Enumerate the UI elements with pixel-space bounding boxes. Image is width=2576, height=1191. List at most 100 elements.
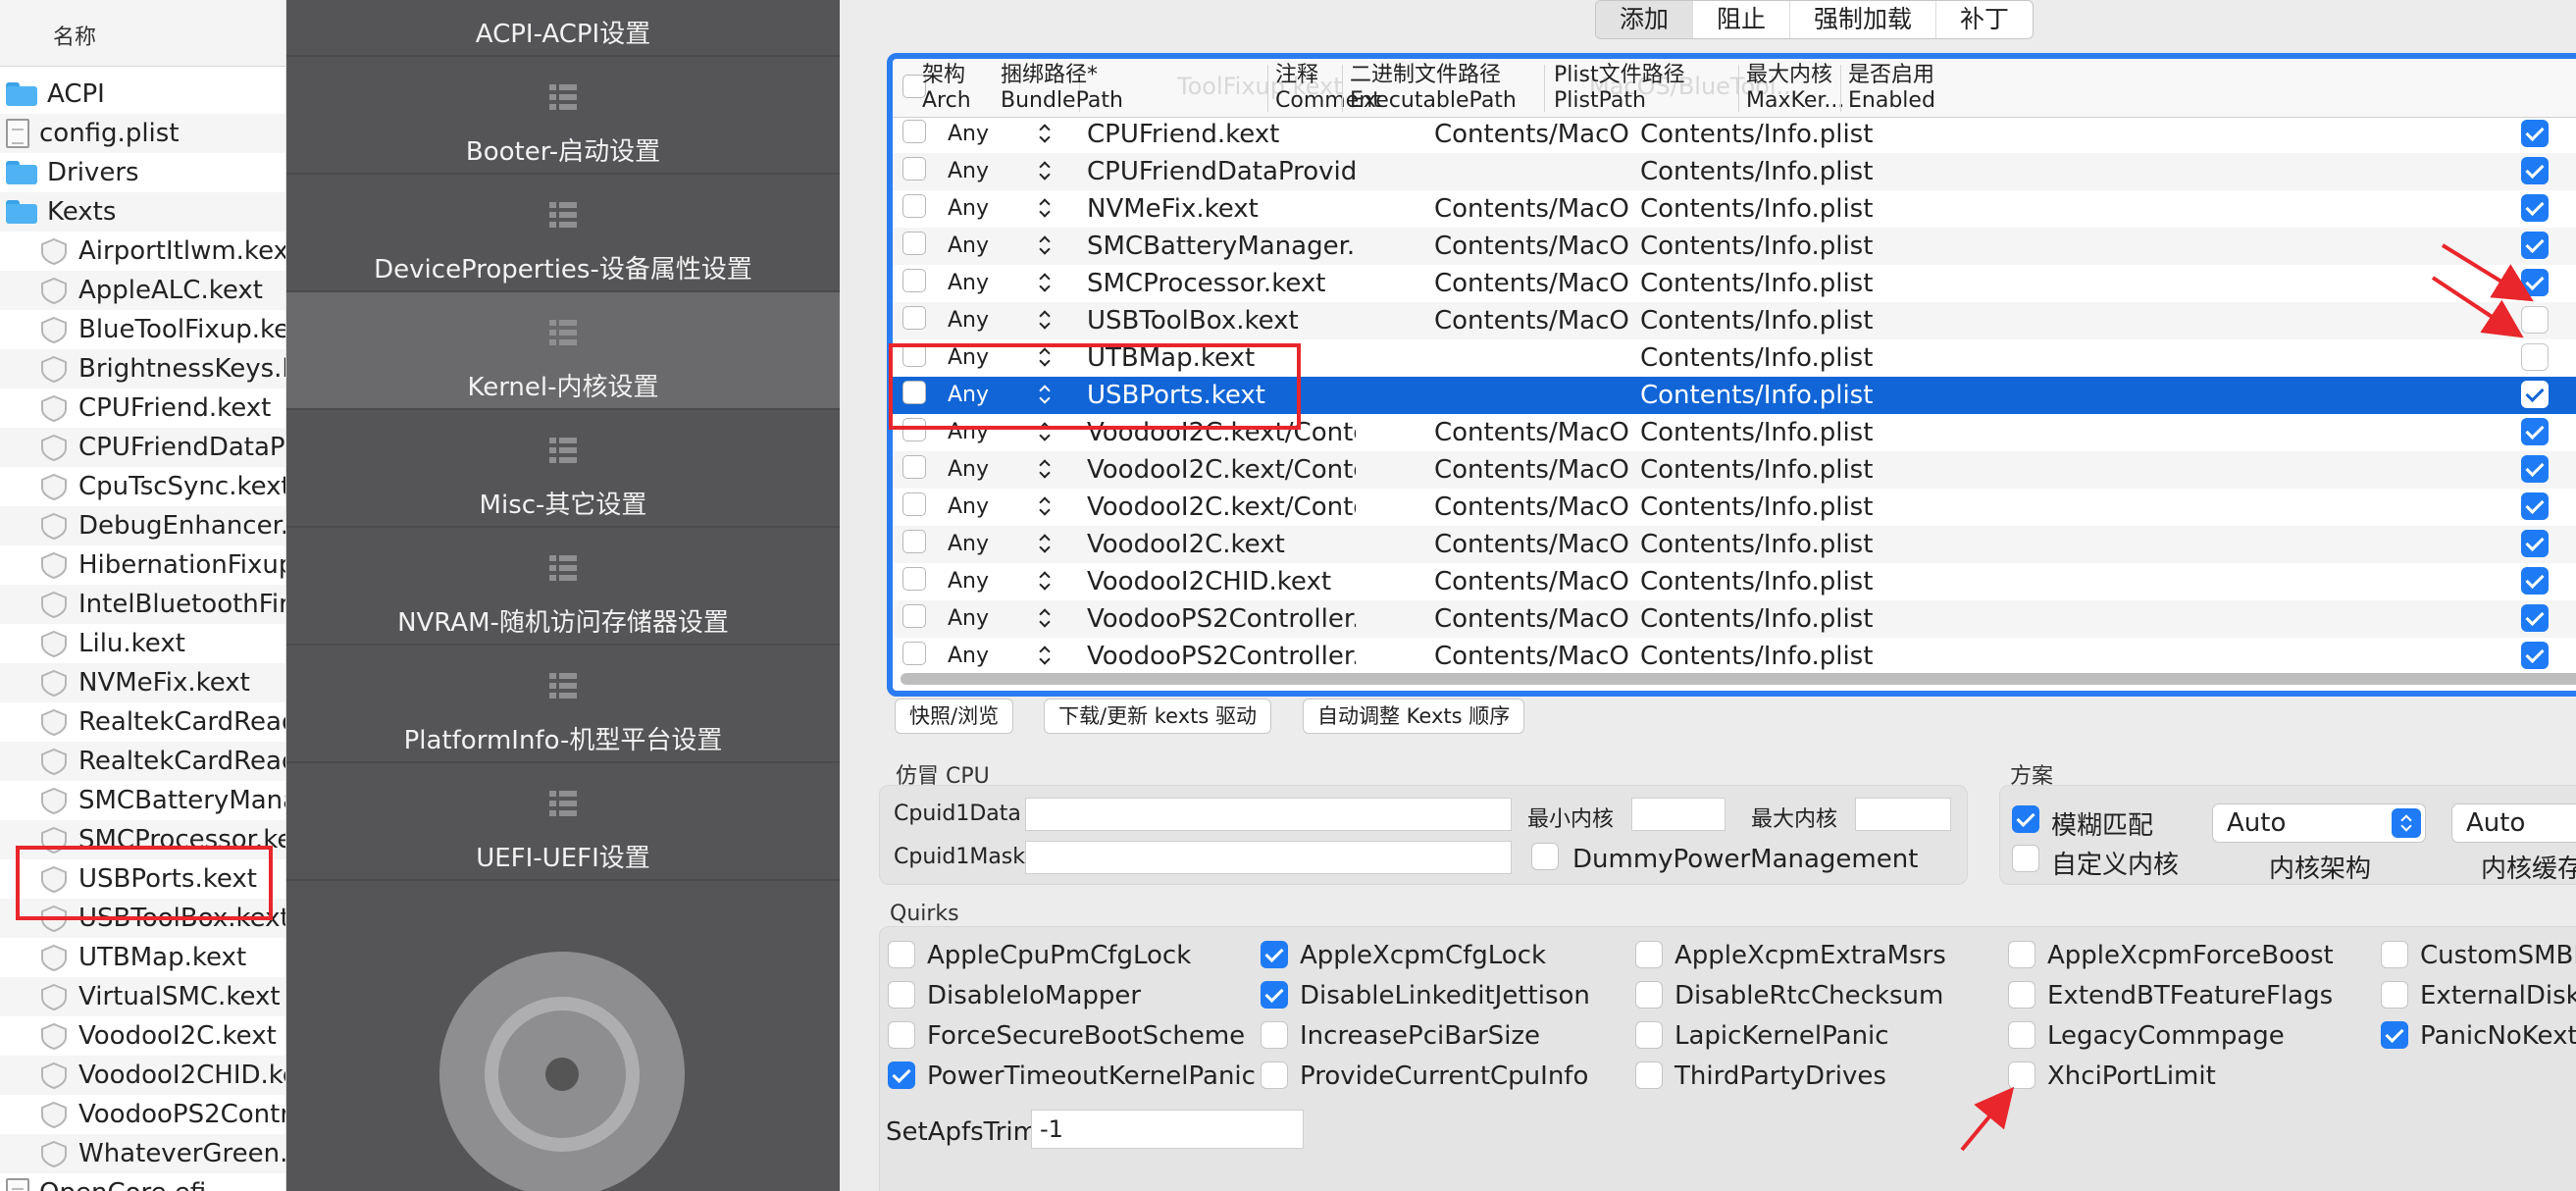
file-tree-item[interactable]: RealtekCardReaderFriend.kext xyxy=(0,742,285,781)
kext-table-row[interactable]: Any SMCBatteryManager.kext Contents/MacOS/… xyxy=(893,228,2576,265)
quirk-checkbox[interactable] xyxy=(2381,1021,2408,1049)
row-select-checkbox[interactable] xyxy=(902,642,926,665)
sidebar-item[interactable]: Misc-其它设置 xyxy=(286,410,840,528)
cpuid1mask-input[interactable] xyxy=(1025,841,1512,874)
kext-table-row[interactable]: Any USBToolBox.kext Contents/MacOS/USBToo.… xyxy=(893,302,2576,339)
col-header-arch[interactable]: 架构 Arch xyxy=(922,63,971,114)
col-header-maxkernel[interactable]: 最大内核 MaxKer... xyxy=(1746,63,1844,114)
quirk-checkbox[interactable] xyxy=(888,941,915,968)
kernel-arch-select[interactable]: Auto xyxy=(2212,803,2426,843)
bundle-path-cell[interactable]: SMCProcessor.kext xyxy=(1087,269,1356,298)
quirk-checkbox[interactable] xyxy=(1261,981,1288,1009)
enabled-checkbox[interactable] xyxy=(2521,455,2549,483)
kext-table-row[interactable]: Any VoodooPS2Controller.kext/Content... Co… xyxy=(893,638,2576,675)
sidebar-item[interactable]: Booter-启动设置 xyxy=(286,57,840,175)
enabled-checkbox[interactable] xyxy=(2521,157,2549,184)
file-tree-item[interactable]: CPUFriendDataProvider.kext xyxy=(0,428,285,467)
enabled-checkbox[interactable] xyxy=(2521,492,2549,520)
row-select-checkbox[interactable] xyxy=(902,120,926,143)
row-select-checkbox[interactable] xyxy=(902,530,926,553)
arch-cell[interactable]: Any xyxy=(948,159,989,183)
kernel-cache-select[interactable]: Auto xyxy=(2451,803,2576,843)
cpuid1data-input[interactable] xyxy=(1025,798,1512,831)
enabled-checkbox[interactable] xyxy=(2521,194,2549,222)
quirk-checkbox[interactable] xyxy=(2008,1021,2035,1049)
file-tree-item[interactable]: WhateverGreen.kext xyxy=(0,1134,285,1173)
arch-cell[interactable]: Any xyxy=(948,457,989,482)
bundle-path-cell[interactable]: CPUFriend.kext xyxy=(1087,120,1356,149)
file-tree-item[interactable]: VirtualSMC.kext xyxy=(0,977,285,1016)
row-select-checkbox[interactable] xyxy=(902,492,926,516)
executable-path-cell[interactable]: Contents/MacOS/VoodooI... xyxy=(1434,492,1630,522)
bundle-path-cell[interactable]: NVMeFix.kext xyxy=(1087,194,1356,224)
sidebar-item[interactable]: DeviceProperties-设备属性设置 xyxy=(286,175,840,292)
executable-path-cell[interactable]: Contents/MacOS/USBToo... xyxy=(1434,306,1630,336)
plist-path-cell[interactable]: Contents/Info.plist xyxy=(1640,418,1873,447)
arch-cell[interactable]: Any xyxy=(948,233,989,258)
quirk-checkbox[interactable] xyxy=(1261,1021,1288,1049)
bundle-path-cell[interactable]: VoodooI2CHID.kext xyxy=(1087,567,1356,596)
quirk-checkbox[interactable] xyxy=(2008,941,2035,968)
arch-stepper-icon[interactable] xyxy=(1038,232,1052,259)
quirk-checkbox[interactable] xyxy=(2381,941,2408,968)
executable-path-cell[interactable]: Contents/MacOS/SMCBat... xyxy=(1434,232,1630,261)
row-select-checkbox[interactable] xyxy=(902,194,926,218)
file-tree-item[interactable]: HibernationFixup.kext xyxy=(0,545,285,585)
plist-path-cell[interactable]: Contents/Info.plist xyxy=(1640,306,1873,336)
executable-path-cell[interactable]: Contents/MacOS/VoodooI... xyxy=(1434,567,1630,596)
executable-path-cell[interactable]: Contents/MacOS/NVMeFix xyxy=(1434,194,1630,224)
row-select-checkbox[interactable] xyxy=(902,567,926,591)
bundle-path-cell[interactable]: VoodooI2C.kext/Contents/PlugIns/V... xyxy=(1087,492,1356,522)
executable-path-cell[interactable]: Contents/MacOS/VoodooI... xyxy=(1434,455,1630,485)
kext-table-row[interactable]: Any VoodooPS2Controller.kext Contents/MacO… xyxy=(893,600,2576,638)
bundle-path-cell[interactable]: VoodooI2C.kext xyxy=(1087,530,1356,559)
quirk-checkbox[interactable] xyxy=(1635,941,1663,968)
file-tree-item[interactable]: BlueToolFixup.kext xyxy=(0,310,285,349)
arch-cell[interactable]: Any xyxy=(948,532,989,556)
arch-stepper-icon[interactable] xyxy=(1038,120,1052,147)
arch-stepper-icon[interactable] xyxy=(1038,194,1052,222)
col-header-plist[interactable]: Plist文件路径 PlistPath xyxy=(1554,63,1685,114)
arch-stepper-icon[interactable] xyxy=(1038,642,1052,669)
enabled-checkbox[interactable] xyxy=(2521,232,2549,259)
plist-path-cell[interactable]: Contents/Info.plist xyxy=(1640,530,1873,559)
executable-path-cell[interactable]: Contents/MacOS/Voodoo... xyxy=(1434,642,1630,671)
auto-order-kexts-button[interactable]: 自动调整 Kexts 顺序 xyxy=(1303,699,1525,734)
arch-stepper-icon[interactable] xyxy=(1038,604,1052,632)
kext-table-row[interactable]: Any CPUFriendDataProvider.kext Contents/In… xyxy=(893,153,2576,190)
row-select-checkbox[interactable] xyxy=(902,455,926,479)
arch-cell[interactable]: Any xyxy=(948,271,989,295)
arch-stepper-icon[interactable] xyxy=(1038,269,1052,296)
file-tree-item[interactable]: IntelBluetoothFirmware.kext xyxy=(0,585,285,624)
kext-table-row[interactable]: Any VoodooI2C.kext/Contents/PlugIns/V... C… xyxy=(893,451,2576,489)
enabled-checkbox[interactable] xyxy=(2521,418,2549,445)
quirk-checkbox[interactable] xyxy=(1261,941,1288,968)
plist-path-cell[interactable]: Contents/Info.plist xyxy=(1640,642,1873,671)
executable-path-cell[interactable]: Contents/MacOS/Voodoo... xyxy=(1434,604,1630,634)
file-tree-item[interactable]: Kexts xyxy=(0,192,285,232)
arch-stepper-icon[interactable] xyxy=(1038,306,1052,334)
plist-path-cell[interactable]: Contents/Info.plist xyxy=(1640,381,1873,410)
quirk-checkbox[interactable] xyxy=(888,1021,915,1049)
file-tree-item[interactable]: CpuTscSync.kext xyxy=(0,467,285,506)
col-header-exec[interactable]: 二进制文件路径 ExecutablePath xyxy=(1350,63,1517,114)
sidebar-item[interactable]: UEFI-UEFI设置 xyxy=(286,763,840,881)
file-tree-item[interactable]: AppleALC.kext xyxy=(0,271,285,310)
arch-stepper-icon[interactable] xyxy=(1038,157,1052,184)
plist-path-cell[interactable]: Contents/Info.plist xyxy=(1640,232,1873,261)
quirk-checkbox[interactable] xyxy=(1635,981,1663,1009)
file-tree-header[interactable]: 名称 xyxy=(0,0,285,67)
quirk-checkbox[interactable] xyxy=(2008,1062,2035,1089)
sidebar-item[interactable]: NVRAM-随机访问存储器设置 xyxy=(286,528,840,646)
bundle-path-cell[interactable]: USBToolBox.kext xyxy=(1087,306,1356,336)
plist-path-cell[interactable]: Contents/Info.plist xyxy=(1640,604,1873,634)
apfs-trim-timeout-input[interactable] xyxy=(1031,1110,1304,1149)
col-header-bundle[interactable]: 捆绑路径* BundlePath xyxy=(1001,63,1123,114)
arch-cell[interactable]: Any xyxy=(948,569,989,594)
file-tree-item[interactable]: OpenCore.efi xyxy=(0,1173,285,1191)
quirk-checkbox[interactable] xyxy=(888,981,915,1009)
enabled-checkbox[interactable] xyxy=(2521,306,2549,334)
executable-path-cell[interactable]: Contents/MacOS/Voodoo... xyxy=(1434,418,1630,447)
bundle-path-cell[interactable]: VoodooPS2Controller.kext xyxy=(1087,604,1356,634)
kext-table-row[interactable]: Any NVMeFix.kext Contents/MacOS/NVMeFix Con… xyxy=(893,190,2576,228)
